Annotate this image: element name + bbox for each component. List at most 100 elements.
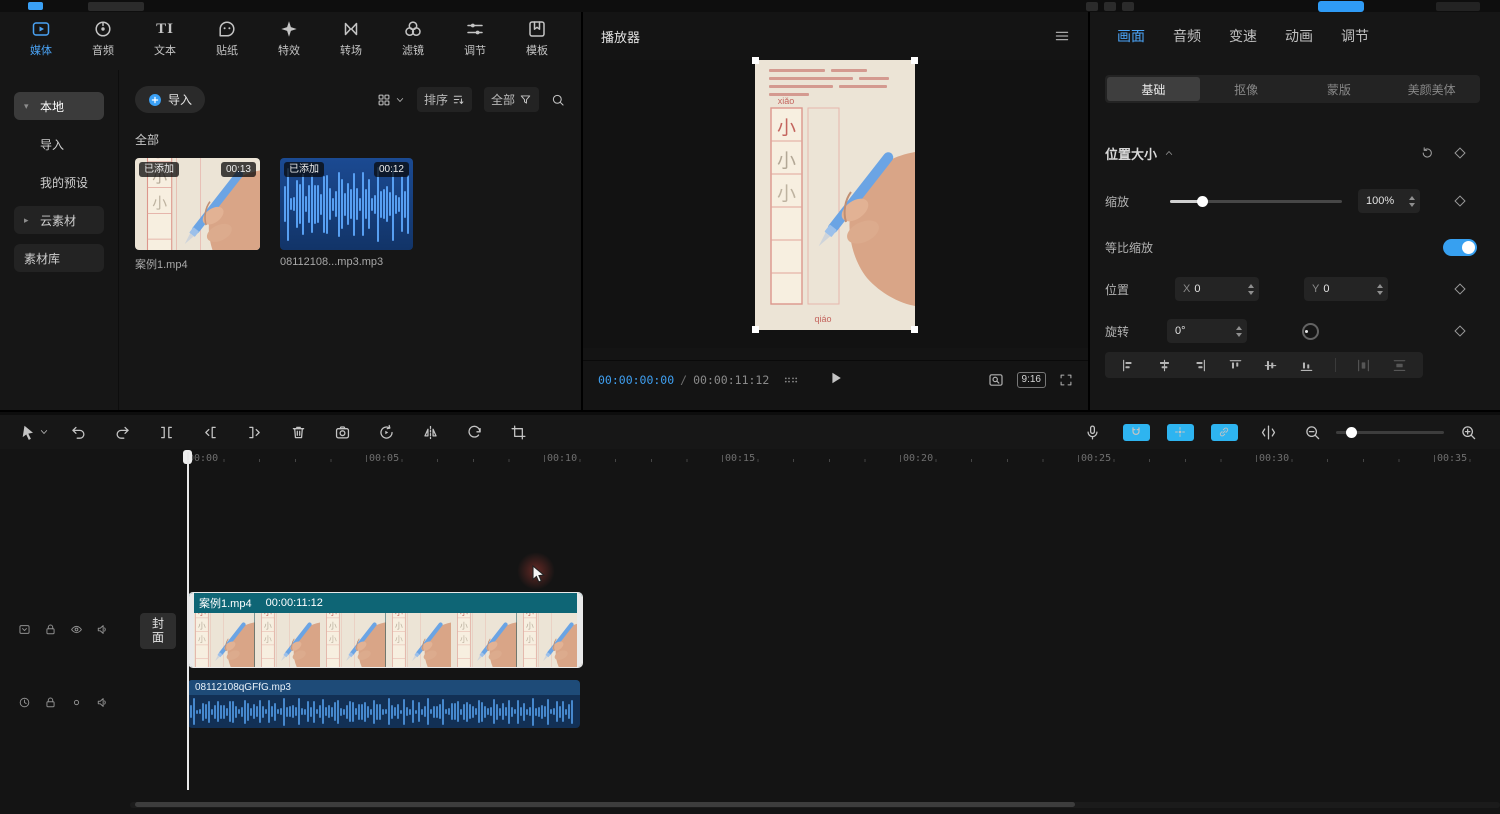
media-toolbar-adjust[interactable]: 调节 (444, 19, 506, 64)
video-clip[interactable]: 案例1.mp4 00:00:11:12 xiǎo小小小qiáoxiǎo小小小qi… (188, 592, 583, 668)
reverse-button[interactable] (364, 415, 408, 449)
collapse-icon[interactable] (1164, 148, 1174, 158)
distribute-h-icon[interactable] (1356, 358, 1371, 373)
crop-button[interactable] (496, 415, 540, 449)
slider-knob[interactable] (1346, 427, 1357, 438)
resize-handle[interactable] (911, 57, 918, 64)
sidebar-item-4[interactable]: 素材库 (14, 244, 104, 272)
media-toolbar-transition[interactable]: 转场 (320, 19, 382, 64)
magnet-button[interactable] (1114, 415, 1158, 449)
zoom-in-button[interactable] (1446, 415, 1490, 449)
position-y-field[interactable]: Y 0 (1304, 277, 1388, 301)
reset-icon[interactable] (1420, 146, 1434, 160)
inspector-tab-2[interactable]: 变速 (1229, 26, 1257, 46)
resize-handle[interactable] (752, 326, 759, 333)
scale-value-field[interactable]: 100% (1358, 189, 1420, 213)
uniform-scale-toggle[interactable] (1443, 239, 1477, 256)
media-toolbar-sticker[interactable]: 贴纸 (196, 19, 258, 64)
preview-axis-button[interactable] (1246, 415, 1290, 449)
inspector-tab-0[interactable]: 画面 (1117, 26, 1145, 46)
titlebar-menu[interactable] (88, 2, 144, 11)
mirror-button[interactable] (408, 415, 452, 449)
play-button[interactable] (826, 370, 846, 390)
sidebar-item-2[interactable]: 我的预设 (14, 168, 104, 196)
collapse-track-icon[interactable] (18, 623, 31, 636)
snap-button[interactable] (1158, 415, 1202, 449)
inspector-subtab-2[interactable]: 蒙版 (1293, 77, 1386, 101)
video-preview[interactable]: xiǎo小小小qiáo (755, 60, 915, 330)
position-x-field[interactable]: X 0 (1175, 277, 1259, 301)
keyframe-diamond[interactable] (1454, 195, 1465, 206)
playhead[interactable] (182, 449, 194, 793)
align-bottom-icon[interactable] (1299, 358, 1314, 373)
lock-icon[interactable] (44, 623, 57, 636)
sidebar-item-3[interactable]: ▸云素材 (14, 206, 104, 234)
inspector-subtab-1[interactable]: 抠像 (1200, 77, 1293, 101)
horizontal-scrollbar[interactable] (130, 802, 1500, 808)
speaker-icon[interactable] (96, 623, 109, 636)
speaker-icon[interactable] (96, 696, 109, 709)
media-toolbar-media[interactable]: 媒体 (10, 19, 72, 64)
aspect-ratio-button[interactable]: 9:16 (1017, 372, 1046, 388)
resize-handle[interactable] (911, 326, 918, 333)
time-ruler[interactable]: 00:0000:0500:1000:1500:2000:2500:3000:35 (140, 449, 1500, 471)
media-toolbar-text[interactable]: TI文本 (134, 19, 196, 64)
align-top-icon[interactable] (1228, 358, 1243, 373)
align-center-v-icon[interactable] (1263, 358, 1278, 373)
clock-icon[interactable] (18, 696, 31, 709)
cursor-button[interactable] (12, 415, 56, 449)
link-button[interactable] (1202, 415, 1246, 449)
inspector-tab-1[interactable]: 音频 (1173, 26, 1201, 46)
stepper[interactable] (1371, 284, 1383, 295)
scale-slider[interactable] (1170, 200, 1342, 203)
view-mode-button[interactable] (377, 93, 405, 107)
keyframe-diamond[interactable] (1454, 325, 1465, 336)
align-right-icon[interactable] (1192, 358, 1207, 373)
inspector-subtab-0[interactable]: 基础 (1107, 77, 1200, 101)
media-toolbar-audio[interactable]: 音频 (72, 19, 134, 64)
split-button[interactable] (144, 415, 188, 449)
titlebar-icon[interactable] (1104, 2, 1116, 11)
filter-button[interactable]: 全部 (484, 87, 539, 112)
titlebar-control[interactable] (1436, 2, 1480, 11)
slider-knob[interactable] (1197, 196, 1208, 207)
inspector-subtab-3[interactable]: 美颜美体 (1385, 77, 1478, 101)
pixel-preview-icon[interactable] (988, 372, 1004, 388)
media-toolbar-template[interactable]: 模板 (506, 19, 568, 64)
record-dot-icon[interactable] (70, 696, 83, 709)
align-center-h-icon[interactable] (1157, 358, 1172, 373)
fullscreen-icon[interactable] (1059, 373, 1073, 387)
delete-button[interactable] (276, 415, 320, 449)
audio-thumbnail[interactable]: 已添加 00:12 (280, 158, 413, 250)
zoom-out-button[interactable] (1290, 415, 1334, 449)
frame-view-icon[interactable] (783, 372, 799, 388)
stepper[interactable] (1403, 196, 1415, 207)
inspector-tab-3[interactable]: 动画 (1285, 26, 1313, 46)
stepper[interactable] (1230, 326, 1242, 337)
titlebar-icon[interactable] (1122, 2, 1134, 11)
scrollbar-thumb[interactable] (135, 802, 1075, 807)
freeze-frame-button[interactable] (320, 415, 364, 449)
record-audio-button[interactable] (1070, 415, 1114, 449)
export-button[interactable] (1318, 1, 1364, 12)
sidebar-item-1[interactable]: 导入 (14, 130, 104, 158)
audio-clip[interactable]: 08112108qGFfG.mp3 (188, 680, 580, 728)
resize-handle[interactable] (752, 57, 759, 64)
timeline-zoom-slider[interactable] (1334, 415, 1446, 449)
rotation-knob[interactable] (1302, 323, 1319, 340)
sidebar-item-0[interactable]: ▾本地 (14, 92, 104, 120)
trim-left-button[interactable] (188, 415, 232, 449)
redo-button[interactable] (100, 415, 144, 449)
titlebar-icon[interactable] (1086, 2, 1098, 11)
distribute-v-icon[interactable] (1392, 358, 1407, 373)
media-toolbar-filter[interactable]: 滤镜 (382, 19, 444, 64)
media-item-video[interactable]: xiǎo小小小qiáo 已添加 00:13 案例1.mp4 (135, 158, 260, 272)
undo-button[interactable] (56, 415, 100, 449)
cover-button[interactable]: 封面 (140, 613, 176, 649)
rotate-button[interactable] (452, 415, 496, 449)
lock-icon[interactable] (44, 696, 57, 709)
import-button[interactable]: 导入 (135, 86, 205, 113)
video-thumbnail[interactable]: xiǎo小小小qiáo 已添加 00:13 (135, 158, 260, 250)
keyframe-diamond[interactable] (1454, 283, 1465, 294)
align-left-icon[interactable] (1121, 358, 1136, 373)
